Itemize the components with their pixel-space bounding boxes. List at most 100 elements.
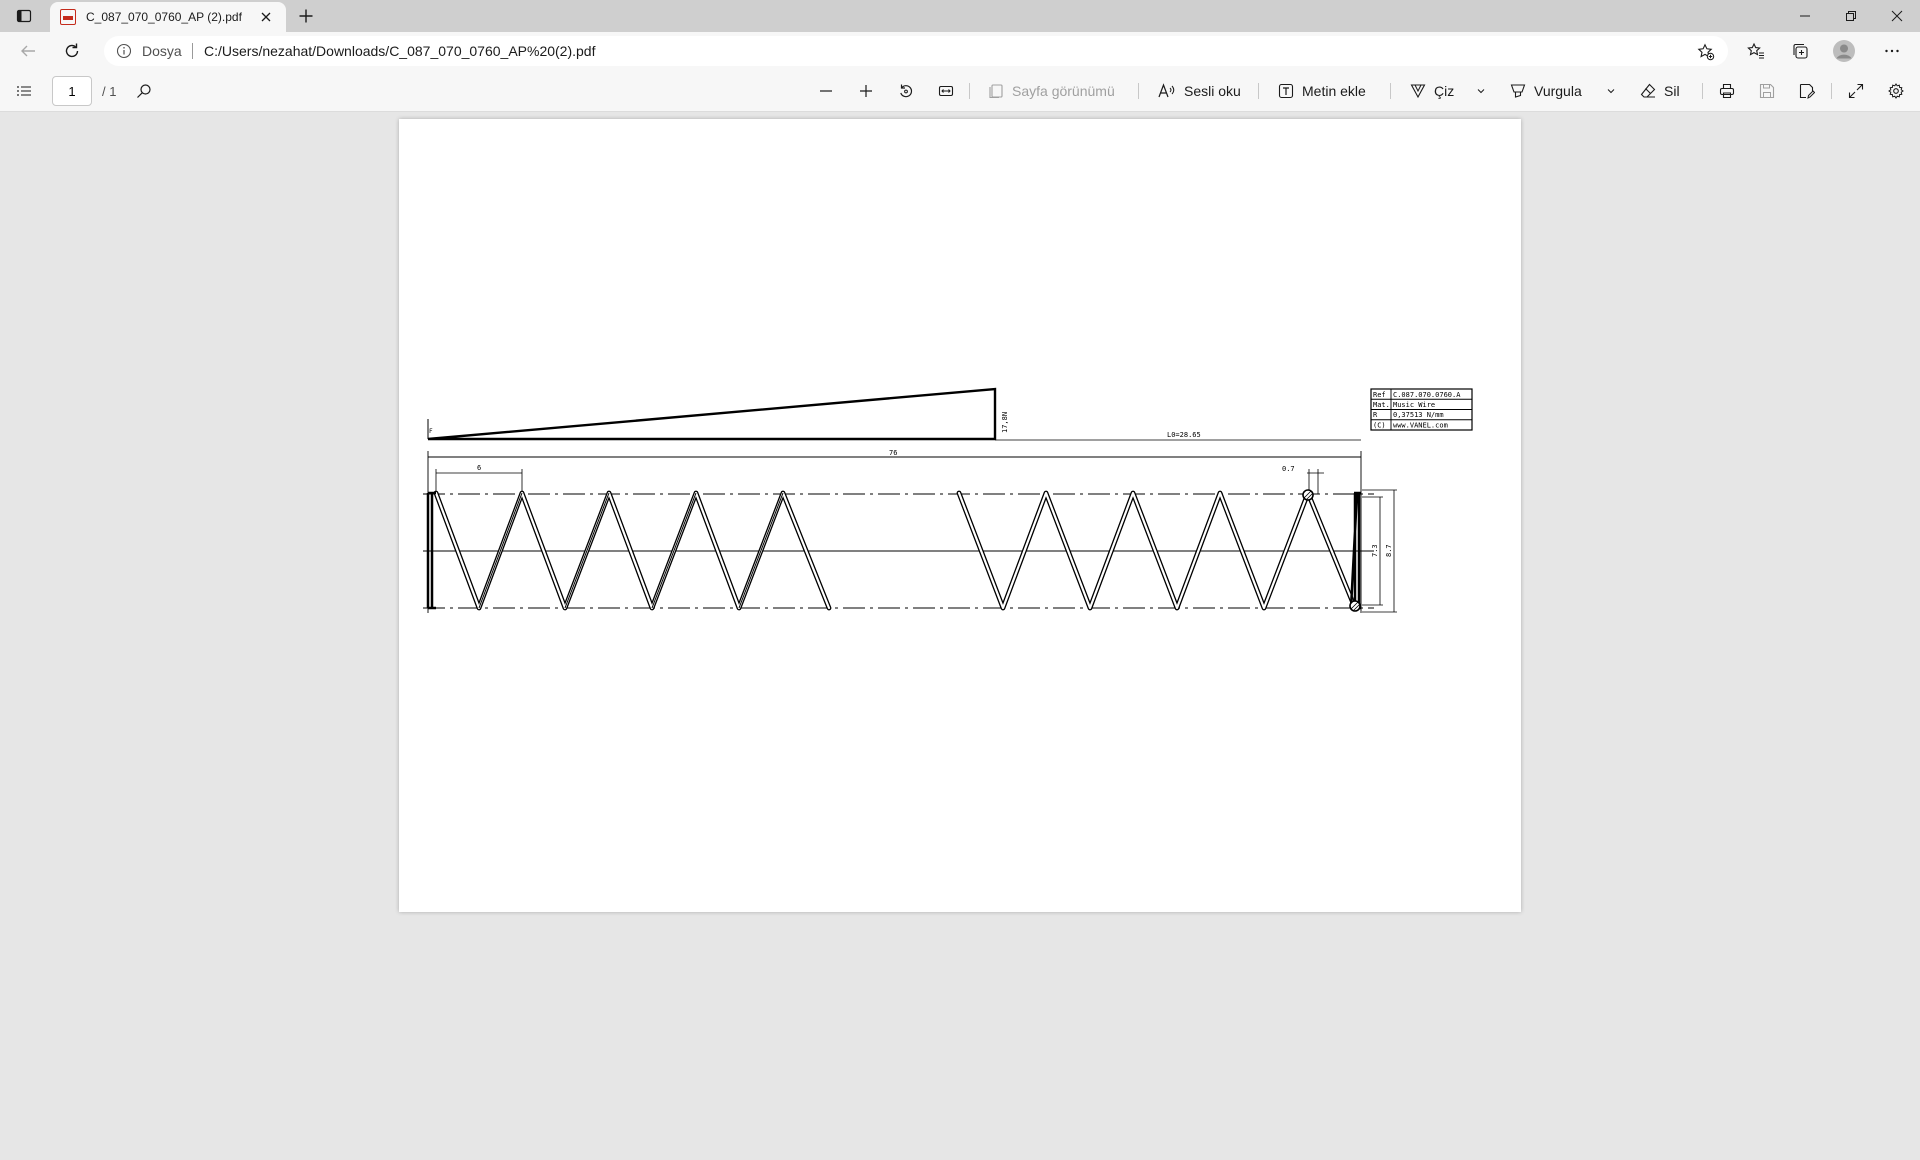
save-icon <box>1759 83 1775 99</box>
search-icon <box>137 84 151 98</box>
restore-button[interactable] <box>1828 0 1874 32</box>
pdf-page: F 17,8N L0=28.65 76 6 0.7 7.3 8.7 Ref C.… <box>399 119 1521 912</box>
fit-width-button[interactable] <box>934 75 958 107</box>
tab-active[interactable]: C_087_070_0760_AP (2).pdf <box>50 2 286 32</box>
close-window-button[interactable] <box>1874 0 1920 32</box>
url-text[interactable]: C:/Users/nezahat/Downloads/C_087_070_076… <box>204 43 595 59</box>
window-menu-icon[interactable] <box>8 0 40 32</box>
restore-icon <box>1846 11 1856 21</box>
erase-button[interactable]: Sil <box>1640 75 1680 107</box>
spec-key-material: Mat. <box>1373 401 1390 409</box>
wire-label: 0.7 <box>1282 465 1295 473</box>
save-as-icon <box>1799 83 1815 99</box>
page-view-icon <box>989 84 1003 99</box>
read-aloud-icon <box>1158 83 1175 98</box>
minimize-icon <box>1800 15 1810 17</box>
zoom-in-button[interactable] <box>854 75 878 107</box>
info-icon[interactable] <box>116 43 132 64</box>
spec-value-copyright: www.VANEL.com <box>1393 422 1448 430</box>
erase-label: Sil <box>1664 83 1680 99</box>
fullscreen-icon <box>1848 83 1864 99</box>
force-diagram <box>427 387 997 441</box>
zoom-out-button[interactable] <box>814 75 838 107</box>
toolbar-divider <box>1390 83 1391 99</box>
toolbar-divider <box>1138 83 1139 99</box>
refresh-button[interactable] <box>56 35 88 67</box>
print-icon <box>1719 83 1735 99</box>
contents-button[interactable] <box>10 75 38 107</box>
page-view-button[interactable]: Sayfa görünümü <box>988 75 1115 107</box>
read-aloud-button[interactable]: Sesli oku <box>1158 75 1241 107</box>
overall-length-label: 76 <box>889 449 897 457</box>
toolbar-divider <box>1831 83 1832 99</box>
back-button[interactable] <box>12 35 44 67</box>
draw-options-button[interactable] <box>1474 75 1488 107</box>
toolbar-divider <box>1702 83 1703 99</box>
collections-button[interactable] <box>1784 35 1816 67</box>
highlight-button[interactable]: Vurgula <box>1510 75 1582 107</box>
tab-title: C_087_070_0760_AP (2).pdf <box>86 10 242 24</box>
tab-close-button[interactable] <box>256 7 276 27</box>
spring-drawing: F 17,8N L0=28.65 76 6 0.7 7.3 8.7 Ref C.… <box>423 387 1473 613</box>
spec-key-ref: Ref <box>1373 391 1386 399</box>
force-axis-label: F <box>429 428 433 435</box>
plus-icon <box>860 85 872 97</box>
tab-strip: C_087_070_0760_AP (2).pdf <box>0 0 1920 32</box>
spec-key-copyright: (C) <box>1373 422 1386 430</box>
pen-icon <box>1410 84 1426 99</box>
pdf-icon <box>60 9 76 25</box>
pdf-viewer[interactable]: F 17,8N L0=28.65 76 6 0.7 7.3 8.7 Ref C.… <box>0 112 1920 1160</box>
inner-diameter-label: 7.3 <box>1371 544 1379 557</box>
page-view-label: Sayfa görünümü <box>1012 83 1115 99</box>
pdf-toolbar: / 1 Sayfa görünümü Sesli oku Metin ekle … <box>0 70 1920 112</box>
more-button[interactable] <box>1876 35 1908 67</box>
collections-icon <box>1793 43 1808 59</box>
more-icon <box>1885 49 1899 53</box>
search-button[interactable] <box>132 75 156 107</box>
spec-table: Ref C.087.070.0760.A Mat. Music Wire R 0… <box>1370 388 1473 431</box>
refresh-icon <box>65 43 79 58</box>
profile-button[interactable] <box>1828 35 1860 67</box>
highlighter-icon <box>1510 84 1526 98</box>
text-box-icon <box>1278 83 1294 99</box>
print-button[interactable] <box>1715 75 1739 107</box>
gear-icon <box>1888 83 1904 99</box>
save-as-button[interactable] <box>1795 75 1819 107</box>
pitch-label: 6 <box>477 464 481 472</box>
page-number-input[interactable] <box>52 76 92 106</box>
minimize-button[interactable] <box>1782 0 1828 32</box>
eraser-icon <box>1640 83 1656 98</box>
close-icon <box>1891 10 1903 22</box>
highlight-label: Vurgula <box>1534 83 1582 99</box>
star-add-icon <box>1697 43 1715 61</box>
read-aloud-label: Sesli oku <box>1184 83 1241 99</box>
rotate-icon <box>900 84 913 98</box>
chevron-down-icon <box>1607 89 1615 94</box>
address-bar[interactable]: Dosya C:/Users/nezahat/Downloads/C_087_0… <box>104 36 1728 66</box>
site-label: Dosya <box>142 43 182 59</box>
spec-value-ref: C.087.070.0760.A <box>1393 391 1461 399</box>
favorites-button[interactable] <box>1740 35 1772 67</box>
list-icon <box>17 86 31 96</box>
spec-value-material: Music Wire <box>1393 401 1435 409</box>
settings-button[interactable] <box>1884 75 1908 107</box>
spec-key-rate: R <box>1373 411 1378 419</box>
page-total: / 1 <box>102 84 117 99</box>
navigation-bar: Dosya C:/Users/nezahat/Downloads/C_087_0… <box>0 32 1920 70</box>
add-favorite-button[interactable] <box>1694 40 1718 64</box>
free-length-label: L0=28.65 <box>1167 431 1201 439</box>
minus-icon <box>820 90 832 92</box>
add-text-button[interactable]: Metin ekle <box>1278 75 1366 107</box>
chevron-down-icon <box>1477 89 1485 94</box>
highlight-options-button[interactable] <box>1604 75 1618 107</box>
save-button[interactable] <box>1755 75 1779 107</box>
draw-button[interactable]: Çiz <box>1410 75 1454 107</box>
profile-icon <box>1833 40 1855 62</box>
fullscreen-button[interactable] <box>1844 75 1868 107</box>
fit-width-icon <box>938 85 954 97</box>
rotate-button[interactable] <box>894 75 918 107</box>
add-text-label: Metin ekle <box>1302 83 1366 99</box>
plus-icon <box>299 9 313 23</box>
spec-value-rate: 0,37513 N/mm <box>1393 411 1444 419</box>
new-tab-button[interactable] <box>290 0 322 32</box>
